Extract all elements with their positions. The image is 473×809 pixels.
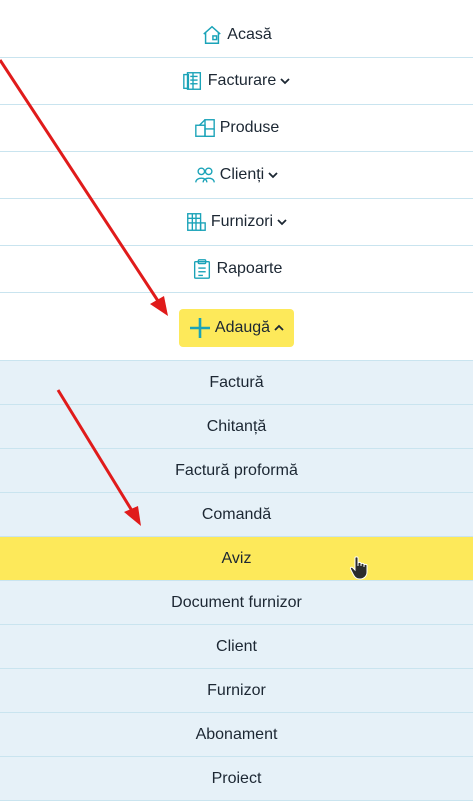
hand-cursor-icon xyxy=(349,556,371,580)
nav-item-furnizori[interactable]: Furnizori xyxy=(0,199,473,246)
chevron-down-icon xyxy=(267,169,279,181)
add-button[interactable]: Adaugă xyxy=(178,308,295,347)
chevron-up-icon xyxy=(273,322,285,334)
nav-item-label: Rapoarte xyxy=(216,260,283,277)
submenu-item-factura-proforma[interactable]: Factură proformă xyxy=(0,449,473,493)
add-submenu: Factură Chitanță Factură proformă Comand… xyxy=(0,361,473,801)
submenu-item-client[interactable]: Client xyxy=(0,625,473,669)
nav-item-rapoarte[interactable]: Rapoarte xyxy=(0,246,473,293)
nav-item-label: Produse xyxy=(219,119,280,136)
boxes-icon xyxy=(194,117,216,139)
suppliers-icon xyxy=(185,211,207,233)
nav-item-label: Clienți xyxy=(219,166,265,183)
main-menu: Acasă Facturare Produse Clienți Furnizor… xyxy=(0,0,473,801)
chevron-down-icon xyxy=(276,216,288,228)
submenu-item-document-furnizor[interactable]: Document furnizor xyxy=(0,581,473,625)
submenu-item-comanda[interactable]: Comandă xyxy=(0,493,473,537)
add-button-label: Adaugă xyxy=(214,318,271,336)
nav-item-label: Furnizori xyxy=(210,213,274,230)
plus-icon xyxy=(188,316,212,340)
nav-item-facturare[interactable]: Facturare xyxy=(0,58,473,105)
clipboard-icon xyxy=(191,258,213,280)
submenu-item-proiect[interactable]: Proiect xyxy=(0,757,473,801)
nav-item-clienti[interactable]: Clienți xyxy=(0,152,473,199)
users-icon xyxy=(194,164,216,186)
submenu-item-chitanta[interactable]: Chitanță xyxy=(0,405,473,449)
submenu-item-furnizor[interactable]: Furnizor xyxy=(0,669,473,713)
invoices-icon xyxy=(182,70,204,92)
nav-item-acasa[interactable]: Acasă xyxy=(0,0,473,58)
nav-item-produse[interactable]: Produse xyxy=(0,105,473,152)
submenu-item-factura[interactable]: Factură xyxy=(0,361,473,405)
chevron-down-icon xyxy=(279,75,291,87)
home-icon xyxy=(201,24,223,46)
add-row: Adaugă xyxy=(0,293,473,361)
nav-item-label: Facturare xyxy=(207,72,277,89)
submenu-item-abonament[interactable]: Abonament xyxy=(0,713,473,757)
nav-item-label: Acasă xyxy=(227,25,272,43)
submenu-item-aviz[interactable]: Aviz xyxy=(0,537,473,581)
